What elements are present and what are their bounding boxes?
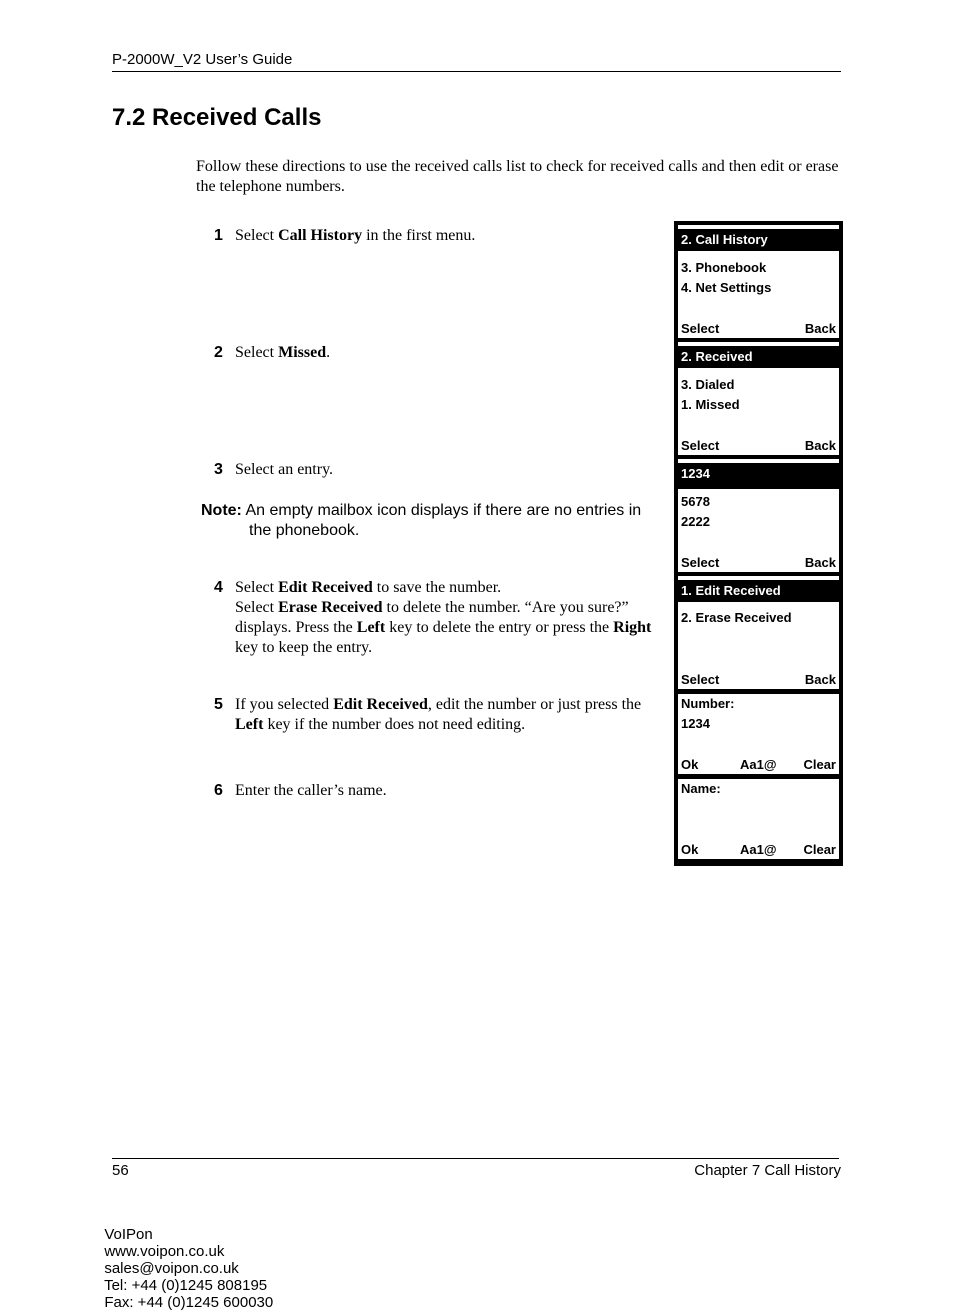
field-label: Number: (681, 696, 735, 711)
step-number: 6 (214, 782, 223, 799)
step-text: Select an entry. (235, 461, 334, 478)
phone-screen-name-edit: Name: Ok Aa1@ Clear (678, 779, 839, 859)
menu-item: 3. Phonebook (681, 260, 767, 275)
note-label: Note: (201, 502, 242, 519)
step-text: Select Edit Received to save the number.… (235, 579, 652, 656)
running-header: P-2000W_V2 User’s Guide (112, 51, 293, 68)
phone-screen-number-edit: Number: 1234 Ok Aa1@ Clear (678, 694, 839, 774)
note: Note: An empty mailbox icon displays if … (201, 501, 671, 541)
phone-screen-entry-options: 1. Edit Received 2. Erase Received Selec… (678, 576, 839, 689)
phone-screen-entries: 1234 5678 2222 Select Back (678, 459, 839, 572)
softkey-right: Back (804, 672, 836, 687)
fax: Fax: +44 (0)1245 600030 (104, 1294, 274, 1311)
softkey-left: Ok (681, 842, 699, 857)
highlighted-item: 1234 (678, 463, 839, 489)
website-link[interactable]: www.voipon.co.uk (104, 1243, 224, 1260)
softkey-left: Ok (681, 757, 699, 772)
step-6: 6 Enter the caller’s name. (196, 781, 671, 801)
ui-term: Missed (278, 344, 327, 361)
softkey-left: Select (681, 438, 720, 453)
phone-screens-figure: 2. Call History 3. Phonebook 4. Net Sett… (674, 221, 843, 866)
ui-term: Call History (278, 227, 363, 244)
step-5: 5 If you selected Edit Received, edit the… (196, 695, 671, 735)
step-3: 3 Select an entry. (196, 460, 671, 480)
header-rule (112, 71, 841, 72)
softkey-right: Back (804, 555, 836, 570)
ui-term: Erase Received (278, 599, 383, 616)
note-text: An empty mailbox icon displays if there … (245, 502, 642, 519)
telephone: Tel: +44 (0)1245 808195 (104, 1277, 268, 1294)
highlighted-item: 2. Received (678, 346, 839, 368)
field-label: Name: (681, 781, 721, 796)
step-number: 4 (214, 579, 223, 596)
menu-item: 1. Missed (681, 397, 740, 412)
ui-term: Left (235, 716, 264, 733)
field-value: 1234 (681, 716, 710, 731)
step-number: 2 (214, 344, 223, 361)
contact-line: VoIPon www.voipon.co.uk sales@voipon.co.… (96, 1209, 293, 1311)
softkey-right: Clear (803, 842, 836, 857)
step-number: 5 (214, 696, 223, 713)
entry-item: 5678 (681, 494, 710, 509)
step-text: Enter the caller’s name. (235, 782, 387, 799)
step-text: If you selected Edit Received, edit the … (235, 696, 642, 733)
step-text: Select Call History in the first menu. (235, 227, 476, 244)
section-title: 7.2 Received Calls (112, 104, 322, 131)
highlighted-item: 1. Edit Received (678, 580, 839, 602)
footer-rule (112, 1158, 839, 1159)
step-number: 3 (214, 461, 223, 478)
phone-screen-call-history: 2. Call History 3. Phonebook 4. Net Sett… (678, 225, 839, 338)
ui-term: Edit Received (333, 696, 428, 713)
ui-term: Left (356, 619, 386, 636)
highlighted-item: 2. Call History (678, 229, 839, 251)
page-number: 56 (112, 1162, 129, 1179)
step-2: 2 Select Missed. (196, 343, 671, 363)
softkey-input-mode: Aa1@ (740, 757, 777, 772)
softkey-left: Select (681, 672, 720, 687)
step-4: 4 Select Edit Received to save the number… (196, 578, 671, 658)
email-link[interactable]: sales@voipon.co.uk (104, 1260, 238, 1277)
intro-paragraph: Follow these directions to use the recei… (196, 158, 839, 195)
menu-item: 2. Erase Received (681, 610, 792, 625)
entry-item: 2222 (681, 514, 710, 529)
ui-term: Edit Received (278, 579, 373, 596)
softkey-left: Select (681, 321, 720, 336)
chapter-label: Chapter 7 Call History (694, 1162, 841, 1179)
phone-screen-call-types: 2. Received 3. Dialed 1. Missed Select B… (678, 342, 839, 455)
softkey-right: Back (804, 321, 836, 336)
ui-term: Right (613, 619, 652, 636)
note-text-continued: the phonebook. (249, 522, 360, 539)
step-number: 1 (214, 227, 223, 244)
softkey-left: Select (681, 555, 720, 570)
softkey-right: Clear (803, 757, 836, 772)
menu-item: 3. Dialed (681, 377, 735, 392)
step-1: 1 Select Call History in the first menu. (196, 226, 671, 246)
softkey-input-mode: Aa1@ (740, 842, 777, 857)
softkey-right: Back (804, 438, 836, 453)
step-text: Select Missed. (235, 344, 331, 361)
menu-item: 4. Net Settings (681, 280, 772, 295)
